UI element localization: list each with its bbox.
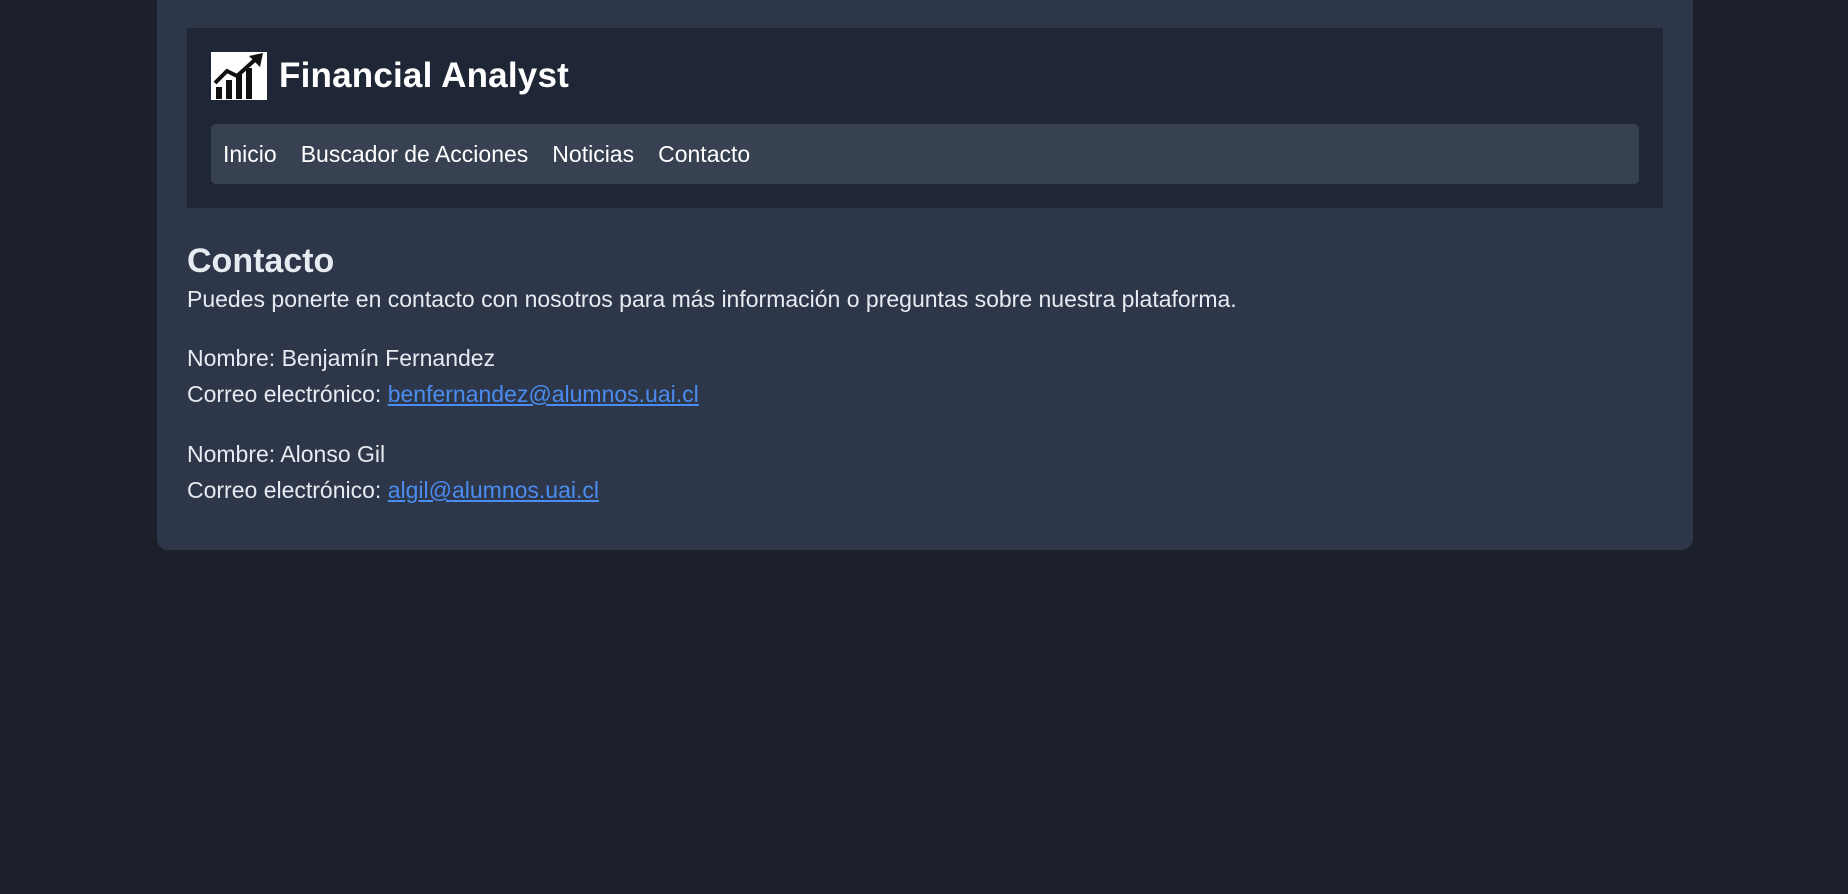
main-card: Financial Analyst Inicio Buscador de Acc… [157,0,1693,550]
contact-email-link[interactable]: benfernandez@alumnos.uai.cl [388,381,699,407]
contact-entry: Nombre: Alonso Gil Correo electrónico: a… [187,436,1663,508]
main-nav: Inicio Buscador de Acciones Noticias Con… [211,124,1639,184]
contact-email-label: Correo electrónico: [187,477,388,503]
contact-email-label: Correo electrónico: [187,381,388,407]
contact-name: Nombre: Benjamín Fernandez [187,345,496,371]
intro-text: Puedes ponerte en contacto con nosotros … [187,286,1237,312]
contact-email-row: Correo electrónico: benfernandez@alumnos… [187,376,1663,412]
contact-entry: Nombre: Benjamín Fernandez Correo electr… [187,340,1663,412]
brand-title: Financial Analyst [279,56,569,95]
brand[interactable]: Financial Analyst [211,52,569,100]
contact-email-link[interactable]: algil@alumnos.uai.cl [388,477,599,503]
contact-section: Contacto Puedes ponerte en contacto con … [187,240,1663,508]
chart-trending-up-icon [211,52,267,100]
nav-item-contacto[interactable]: Contacto [658,141,750,168]
nav-item-noticias[interactable]: Noticias [552,141,634,168]
nav-item-inicio[interactable]: Inicio [223,141,277,168]
contact-name: Nombre: Alonso Gil [187,441,386,467]
page-title: Contacto [187,242,335,280]
site-header: Financial Analyst Inicio Buscador de Acc… [187,28,1663,208]
contact-email-row: Correo electrónico: algil@alumnos.uai.cl [187,472,1663,508]
nav-item-buscador-de-acciones[interactable]: Buscador de Acciones [301,141,529,168]
